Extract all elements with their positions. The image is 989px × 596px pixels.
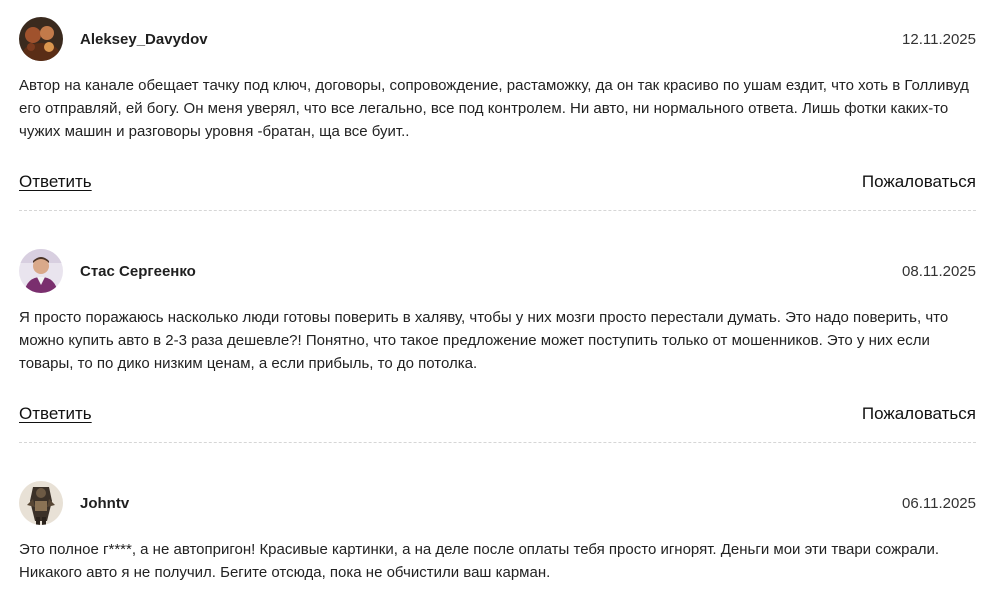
comment-date: 12.11.2025 [902, 31, 976, 48]
comment-header: Aleksey_Davydov 12.11.2025 [19, 17, 976, 63]
comment-text: Это полное г****, а не автопригон! Краси… [19, 541, 940, 581]
comment-header: Johntv 06.11.2025 [19, 481, 976, 527]
report-link[interactable]: Пожаловаться [862, 171, 976, 193]
comment-header: Стас Сергеенко 08.11.2025 [19, 249, 976, 295]
report-link[interactable]: Пожаловаться [862, 403, 976, 425]
comment-date: 08.11.2025 [902, 263, 976, 280]
user-avatar-icon[interactable] [19, 249, 63, 293]
user-avatar-icon[interactable] [19, 17, 63, 61]
comment-author: Aleksey_Davydov [80, 31, 208, 48]
comment-text: Я просто поражаюсь насколько люди готовы… [19, 309, 949, 372]
comment-divider [19, 210, 976, 211]
comment-item: Johntv 06.11.2025 Это полное г****, а не… [19, 481, 976, 581]
comment-item: Стас Сергеенко 08.11.2025 Я просто пораж… [19, 249, 976, 443]
comment-divider [19, 442, 976, 443]
comment-actions: Ответить Пожаловаться [19, 171, 976, 195]
comment-text: Автор на канале обещает тачку под ключ, … [19, 77, 969, 140]
comments-list: Aleksey_Davydov 12.11.2025 Автор на кана… [0, 0, 989, 596]
comment-author: Johntv [80, 495, 130, 512]
reply-link[interactable]: Ответить [19, 171, 92, 193]
reply-link[interactable]: Ответить [19, 403, 92, 425]
comment-date: 06.11.2025 [902, 495, 976, 512]
comment-item: Aleksey_Davydov 12.11.2025 Автор на кана… [19, 17, 976, 211]
user-avatar-icon[interactable] [19, 481, 63, 525]
comment-actions: Ответить Пожаловаться [19, 403, 976, 427]
comment-author: Стас Сергеенко [80, 263, 196, 280]
